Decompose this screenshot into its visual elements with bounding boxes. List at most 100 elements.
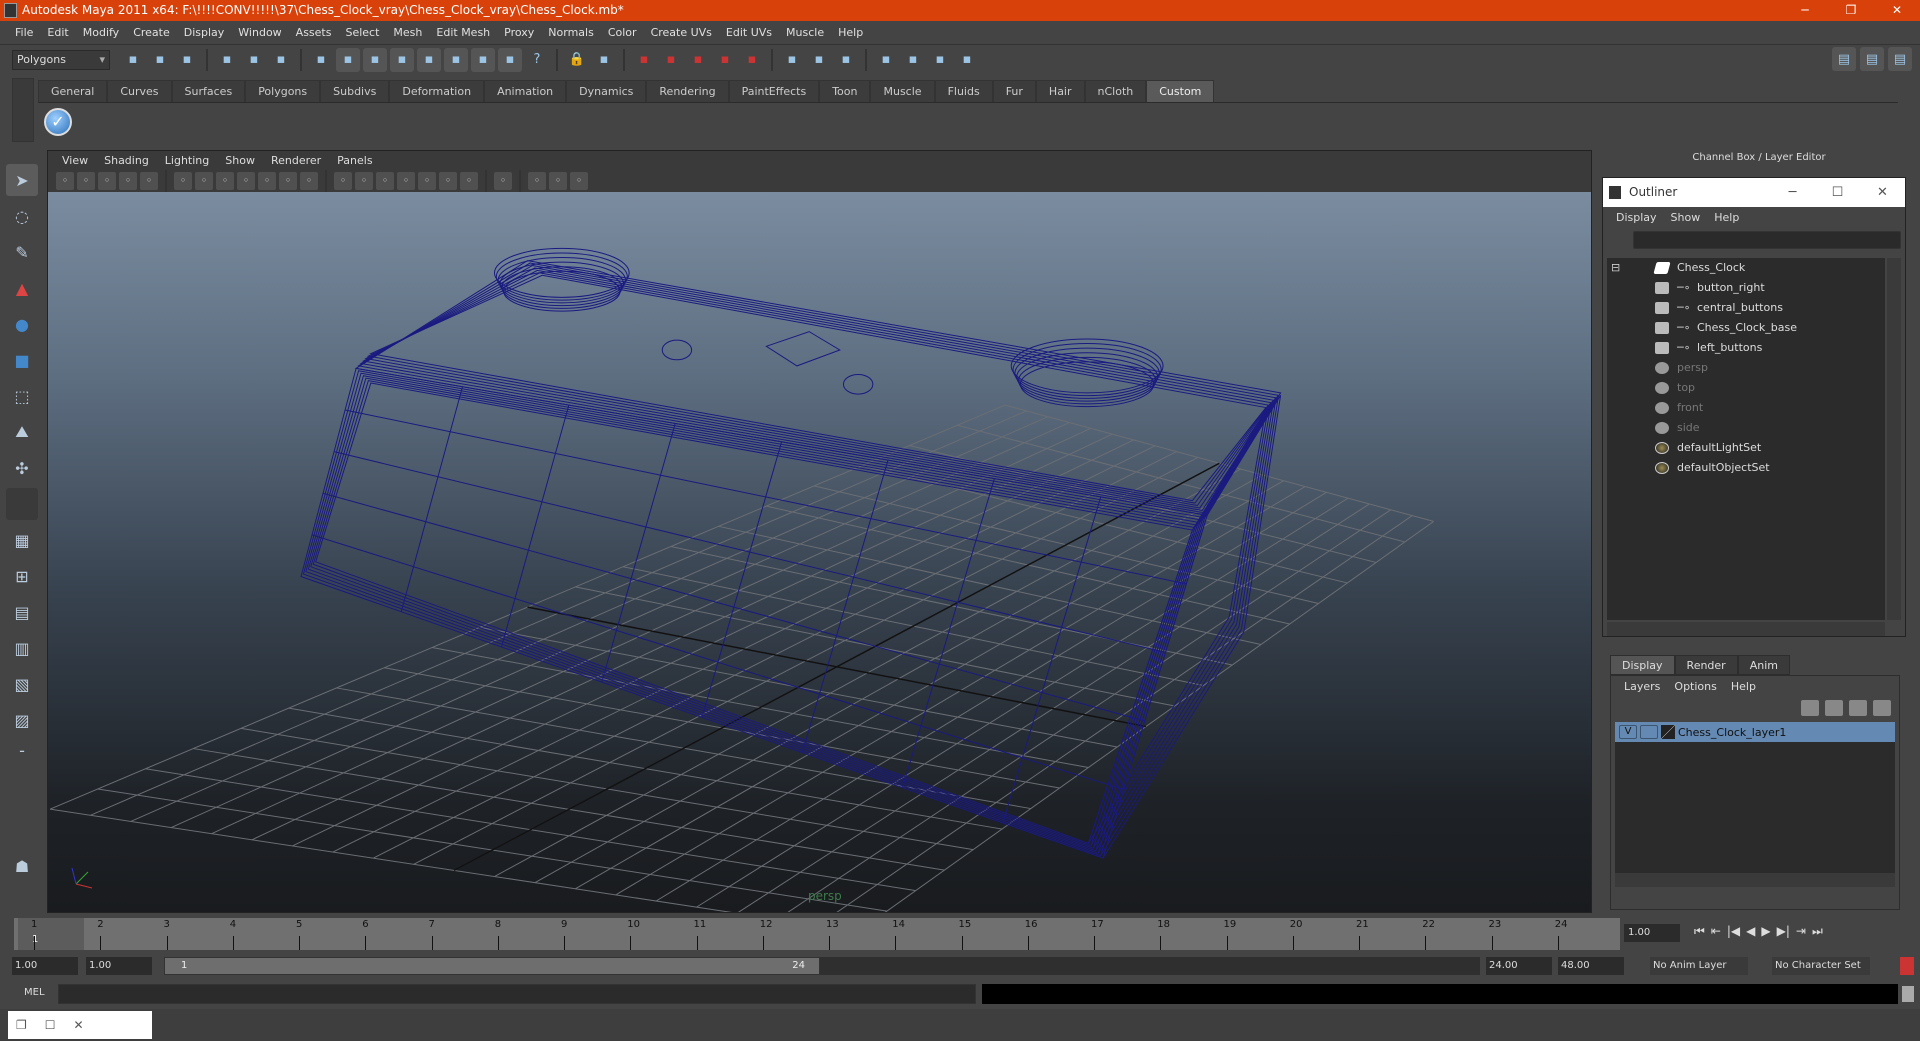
two-d-pan-zoom-icon[interactable]: ◦ <box>140 172 158 190</box>
snap-point-icon[interactable]: ▪ <box>390 47 414 72</box>
render-clapper-icon[interactable]: ▪ <box>901 48 925 72</box>
new-layer-from-selection-icon[interactable] <box>1873 700 1891 716</box>
time-slider[interactable]: 1 1 2 3 4 5 6 7 8 9 10 11 12 13 14 15 16 17 18 19 20 21 22 23 24 <box>14 918 1620 950</box>
outliner-maximize-button[interactable]: ☐ <box>1815 178 1860 207</box>
scale-tool-icon[interactable]: ■ <box>6 344 38 376</box>
magnet-plane-icon[interactable]: ▪ <box>713 48 737 72</box>
outliner-item[interactable]: ⊟ Chess_Clock <box>1607 258 1885 278</box>
playback-button-3[interactable]: ◀ <box>1746 924 1755 939</box>
textured-icon[interactable]: ◦ <box>397 172 415 190</box>
menu-help[interactable]: Help <box>831 26 870 39</box>
layer-tab-display[interactable]: Display <box>1610 655 1675 675</box>
command-input[interactable] <box>58 984 976 1004</box>
select-highlight-icon[interactable]: ▪ <box>592 48 616 72</box>
rotate-tool-icon[interactable]: ● <box>6 308 38 340</box>
playback-button-1[interactable]: ⇤ <box>1711 924 1721 939</box>
playback-button-7[interactable]: ⏭ <box>1812 924 1823 939</box>
shelf-tab-custom[interactable]: Custom <box>1146 80 1215 102</box>
open-scene-icon[interactable]: ▪ <box>148 48 172 72</box>
outliner-horizontal-scrollbar[interactable] <box>1607 622 1885 636</box>
new-empty-layer-icon[interactable] <box>1849 700 1867 716</box>
move-layer-up-icon[interactable] <box>1801 700 1819 716</box>
menu-assets[interactable]: Assets <box>289 26 339 39</box>
menu-edit[interactable]: Edit <box>40 26 75 39</box>
perspective-viewport[interactable]: View Shading Lighting Show Renderer Panels ◦ ◦… <box>47 150 1592 913</box>
menu-create-uvs[interactable]: Create UVs <box>644 26 719 39</box>
viewport-menu-show[interactable]: Show <box>217 154 263 167</box>
outliner-item[interactable]: persp <box>1607 358 1885 378</box>
render-settings-icon[interactable]: ▪ <box>955 48 979 72</box>
menu-display[interactable]: Display <box>177 26 232 39</box>
smooth-shade-icon[interactable]: ◦ <box>355 172 373 190</box>
shelf-tab-surfaces[interactable]: Surfaces <box>171 80 246 102</box>
xray-components-icon[interactable]: ◦ <box>570 172 588 190</box>
magnet-live-icon[interactable]: ▪ <box>740 48 764 72</box>
outliner-item[interactable]: top <box>1607 378 1885 398</box>
current-frame-field[interactable]: 1.00 <box>1624 924 1680 942</box>
layer-menu-layers[interactable]: Layers <box>1617 680 1667 693</box>
command-language-toggle[interactable]: MEL <box>24 987 45 998</box>
grid-icon[interactable]: ◦ <box>174 172 192 190</box>
outliner-item[interactable]: front <box>1607 398 1885 418</box>
layer-tab-anim[interactable]: Anim <box>1737 655 1790 675</box>
shelf-tab-rendering[interactable]: Rendering <box>646 80 729 102</box>
attribute-editor-icon[interactable]: ▤ <box>1832 47 1856 71</box>
help-icon[interactable]: ? <box>525 48 549 72</box>
playback-button-2[interactable]: |◀ <box>1727 924 1740 939</box>
shelf-tab-general[interactable]: General <box>38 80 108 102</box>
safe-action-icon[interactable]: ◦ <box>279 172 297 190</box>
menu-edit-uvs[interactable]: Edit UVs <box>719 26 779 39</box>
scene-canvas[interactable] <box>48 192 1591 912</box>
magnet-curve-icon[interactable]: ▪ <box>659 48 683 72</box>
outliner-close-button[interactable]: ✕ <box>1860 178 1905 207</box>
layer-visibility-toggle[interactable]: V <box>1619 725 1637 739</box>
collapse-toggle-icon[interactable]: ⊟ <box>1611 258 1620 278</box>
output-ops-icon[interactable]: ▪ <box>807 48 831 72</box>
viewport-menu-lighting[interactable]: Lighting <box>157 154 217 167</box>
layer-menu-help[interactable]: Help <box>1724 680 1763 693</box>
outliner-item[interactable]: defaultObjectSet <box>1607 458 1885 478</box>
menu-normals[interactable]: Normals <box>541 26 601 39</box>
xray-joints-icon[interactable]: ◦ <box>549 172 567 190</box>
lasso-tool-icon[interactable]: ◌ <box>6 200 38 232</box>
outliner-menu-show[interactable]: Show <box>1664 211 1708 224</box>
channel-box-icon[interactable]: ▤ <box>1888 47 1912 71</box>
tool-settings-icon[interactable]: ▤ <box>1860 47 1884 71</box>
menu-mesh[interactable]: Mesh <box>386 26 429 39</box>
field-chart-icon[interactable]: ◦ <box>258 172 276 190</box>
minimized-window[interactable]: ❐ ☐ ✕ <box>8 1011 152 1039</box>
snap-live-icon[interactable]: ▪ <box>444 47 468 72</box>
viewport-menu-panels[interactable]: Panels <box>329 154 380 167</box>
snap-grid-icon[interactable]: ▪ <box>336 47 360 72</box>
outliner-vertical-scrollbar[interactable] <box>1887 258 1901 620</box>
menu-create[interactable]: Create <box>126 26 177 39</box>
viewport-menu-shading[interactable]: Shading <box>96 154 157 167</box>
layer-display-type-toggle[interactable] <box>1640 725 1658 739</box>
close-button[interactable]: ✕ <box>1874 0 1920 21</box>
menu-window[interactable]: Window <box>231 26 288 39</box>
viewport-menu-view[interactable]: View <box>54 154 96 167</box>
safe-title-icon[interactable]: ◦ <box>300 172 318 190</box>
last-tool-icon[interactable] <box>6 488 38 520</box>
outliner-item[interactable]: side <box>1607 418 1885 438</box>
outliner-item[interactable]: ─∘ Chess_Clock_base <box>1607 318 1885 338</box>
wireframe-icon[interactable]: ◦ <box>334 172 352 190</box>
layer-row[interactable]: V Chess_Clock_layer1 <box>1615 722 1895 742</box>
outliner-menu-help[interactable]: Help <box>1707 211 1746 224</box>
snap-surface-icon[interactable]: ▪ <box>471 47 495 72</box>
maximize-button[interactable]: ❐ <box>1828 0 1874 21</box>
shelf-check-icon[interactable]: ✓ <box>44 108 72 136</box>
isolate-select-icon[interactable]: ◦ <box>494 172 512 190</box>
ipr-render-icon[interactable]: ▪ <box>928 48 952 72</box>
script-editor-icon[interactable] <box>1902 986 1914 1002</box>
shelf-tab-painteffects[interactable]: PaintEffects <box>728 80 820 102</box>
universal-manipulator-icon[interactable]: ⬚ <box>6 380 38 412</box>
shelf-tab-dynamics[interactable]: Dynamics <box>566 80 647 102</box>
snap-points-icon[interactable]: ▪ <box>498 47 522 72</box>
menu-set-dropdown[interactable]: Polygons <box>12 49 110 70</box>
anim-end-field[interactable]: 48.00 <box>1558 957 1624 975</box>
default-material-icon[interactable]: ◦ <box>460 172 478 190</box>
end-time-field[interactable]: 24.00 <box>1486 957 1552 975</box>
outliner-menu-display[interactable]: Display <box>1609 211 1664 224</box>
single-perspective-layout-icon[interactable]: ▦ <box>6 524 38 556</box>
